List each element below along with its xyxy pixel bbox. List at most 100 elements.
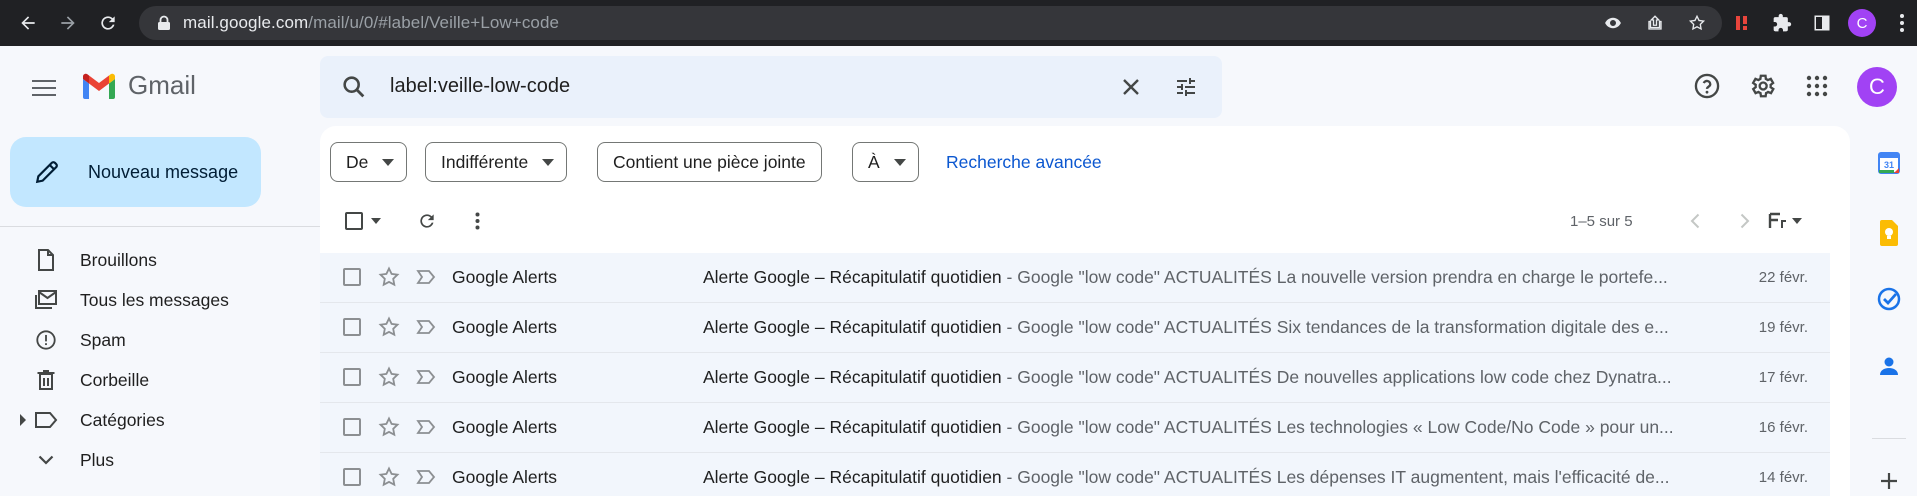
sidebar-item-label: Brouillons (80, 249, 157, 270)
address-bar[interactable]: mail.google.com/mail/u/0/#label/Veille+L… (139, 6, 1722, 40)
chevron-down-icon (1792, 218, 1802, 224)
clear-search-icon[interactable] (1115, 71, 1147, 103)
main-content: De Indifférente Contient une pièce joint… (320, 126, 1850, 496)
main-menu-icon[interactable] (24, 68, 64, 108)
email-row[interactable]: Google Alerts Alerte Google – Récapitula… (320, 253, 1830, 303)
side-panel: 31 (1860, 126, 1917, 496)
search-bar[interactable]: label:veille-low-code (320, 56, 1222, 118)
sidebar-item-more[interactable]: Plus (0, 441, 300, 479)
importance-marker-icon[interactable] (415, 416, 437, 438)
sidebar-item-label: Plus (80, 449, 115, 470)
extension-icon[interactable] (1722, 0, 1762, 46)
keep-icon[interactable] (1874, 218, 1904, 248)
older-page-icon[interactable] (1728, 204, 1762, 238)
star-icon[interactable] (377, 265, 401, 289)
search-icon[interactable] (340, 73, 368, 106)
sidebar-item-label: Corbeille (80, 369, 150, 390)
tasks-icon[interactable] (1874, 284, 1904, 314)
sidebar-item-all-mail[interactable]: Tous les messages (0, 281, 300, 319)
filter-to-chip[interactable]: À (852, 142, 919, 182)
email-sender: Google Alerts (452, 367, 558, 387)
email-row[interactable]: Google Alerts Alerte Google – Récapitula… (320, 453, 1830, 496)
email-sender: Google Alerts (452, 417, 558, 437)
profile-button[interactable]: C (1842, 0, 1882, 46)
row-checkbox[interactable] (343, 368, 361, 386)
search-input[interactable]: label:veille-low-code (390, 75, 570, 98)
back-button[interactable] (8, 0, 48, 46)
url-text: mail.google.com/mail/u/0/#label/Veille+L… (183, 13, 560, 32)
compose-button[interactable]: Nouveau message (10, 137, 261, 207)
contacts-icon[interactable] (1874, 351, 1904, 381)
more-options-icon[interactable] (460, 204, 494, 238)
all-mail-icon (32, 286, 60, 314)
importance-marker-icon[interactable] (415, 316, 437, 338)
reload-button[interactable] (88, 0, 128, 46)
puzzle-icon[interactable] (1762, 0, 1802, 46)
star-icon[interactable] (377, 365, 401, 389)
sidebar-item-trash[interactable]: Corbeille (0, 361, 300, 399)
sidebar-item-drafts[interactable]: Brouillons (0, 241, 300, 279)
email-subject: Alerte Google – Récapitulatif quotidien … (703, 267, 1668, 287)
browser-toolbar: mail.google.com/mail/u/0/#label/Veille+L… (0, 0, 1917, 46)
expand-caret-icon[interactable] (17, 414, 29, 426)
importance-marker-icon[interactable] (415, 366, 437, 388)
side-panel-divider (1872, 438, 1906, 439)
email-date: 17 févr. (1758, 369, 1808, 386)
share-icon[interactable] (1638, 6, 1672, 40)
newer-page-icon[interactable] (1678, 204, 1712, 238)
forward-button[interactable] (48, 0, 88, 46)
star-icon[interactable] (377, 465, 401, 489)
star-icon[interactable] (377, 415, 401, 439)
email-row[interactable]: Google Alerts Alerte Google – Récapitula… (320, 353, 1830, 403)
sidebar-item-categories[interactable]: Catégories (0, 401, 300, 439)
select-all-checkbox[interactable] (340, 204, 386, 238)
importance-marker-icon[interactable] (415, 266, 437, 288)
row-checkbox[interactable] (343, 418, 361, 436)
filter-attachment-chip[interactable]: Contient une pièce jointe (597, 142, 822, 182)
bookmark-star-icon[interactable] (1680, 6, 1714, 40)
more-vert-icon[interactable] (1882, 0, 1917, 46)
email-row[interactable]: Google Alerts Alerte Google – Récapitula… (320, 303, 1830, 353)
row-checkbox[interactable] (343, 468, 361, 486)
draft-icon (32, 246, 60, 274)
sidebar-item-label: Catégories (80, 409, 165, 430)
chip-label: Indifférente (441, 151, 529, 172)
refresh-icon[interactable] (410, 204, 444, 238)
importance-marker-icon[interactable] (415, 466, 437, 488)
eye-off-icon[interactable] (1596, 6, 1630, 40)
filter-date-chip[interactable]: Indifférente (425, 142, 568, 182)
search-options-icon[interactable] (1170, 71, 1202, 103)
label-icon (32, 406, 60, 434)
row-checkbox[interactable] (343, 318, 361, 336)
svg-text:31: 31 (1884, 160, 1894, 170)
input-tools-icon[interactable] (1760, 204, 1810, 238)
gmail-logo[interactable]: Gmail (80, 70, 196, 101)
settings-gear-icon[interactable] (1742, 66, 1782, 106)
advanced-search-link[interactable]: Recherche avancée (946, 152, 1102, 173)
sidebar-item-spam[interactable]: Spam (0, 321, 300, 359)
email-snippet: - Google "low code" ACTUALITÉS La nouvel… (1001, 267, 1668, 287)
email-sender: Google Alerts (452, 467, 558, 487)
pencil-icon (32, 157, 62, 187)
lock-icon[interactable] (153, 15, 175, 31)
star-icon[interactable] (377, 315, 401, 339)
email-subject: Alerte Google – Récapitulatif quotidien … (703, 367, 1672, 387)
account-avatar[interactable]: C (1857, 67, 1897, 107)
email-sender: Google Alerts (452, 317, 558, 337)
add-icon[interactable] (1874, 466, 1904, 496)
calendar-icon[interactable]: 31 (1874, 148, 1904, 178)
expand-more-icon (32, 446, 60, 474)
help-icon[interactable] (1687, 66, 1727, 106)
email-row[interactable]: Google Alerts Alerte Google – Récapitula… (320, 403, 1830, 453)
gmail-m-icon (83, 73, 115, 99)
checkbox-icon (345, 212, 363, 230)
apps-grid-icon[interactable] (1797, 66, 1837, 106)
row-checkbox[interactable] (343, 268, 361, 286)
sidebar-item-label: Tous les messages (80, 289, 229, 310)
email-snippet: - Google "low code" ACTUALITÉS Six tenda… (1001, 317, 1669, 337)
email-snippet: - Google "low code" ACTUALITÉS Les dépen… (1001, 467, 1670, 487)
spam-icon (32, 326, 60, 354)
side-panel-icon[interactable] (1802, 0, 1842, 46)
filter-from-chip[interactable]: De (330, 142, 408, 182)
email-snippet: - Google "low code" ACTUALITÉS Les techn… (1001, 417, 1674, 437)
